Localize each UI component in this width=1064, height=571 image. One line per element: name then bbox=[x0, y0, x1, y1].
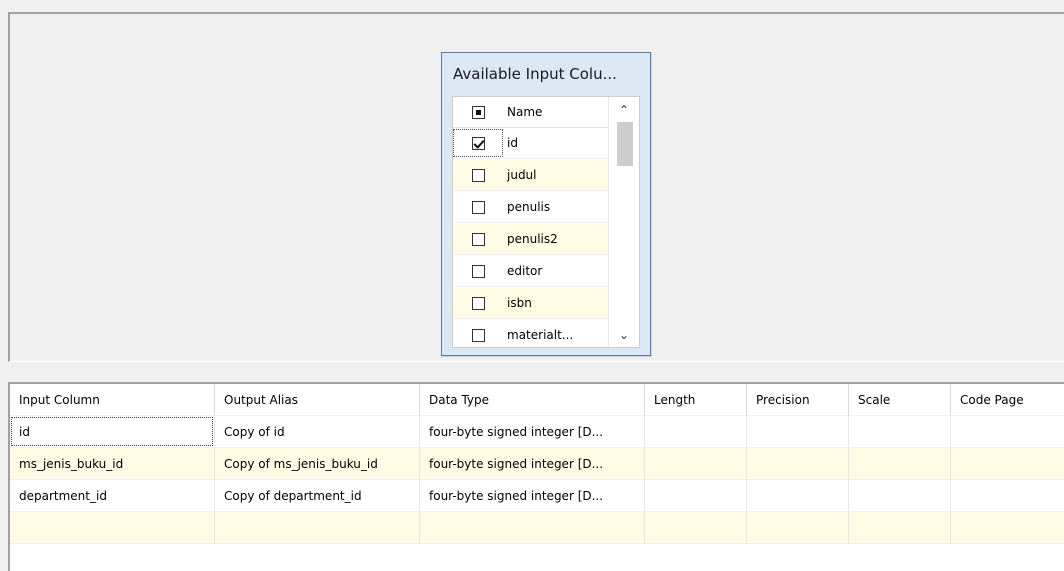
scroll-thumb[interactable] bbox=[617, 122, 633, 166]
data-type-cell[interactable]: four-byte signed integer [D... bbox=[420, 448, 645, 480]
available-column-checkbox[interactable] bbox=[471, 296, 485, 310]
available-column-check-cell[interactable] bbox=[453, 320, 503, 347]
available-columns-list[interactable]: Name id judul penulis penulis2 editor isbn mat… bbox=[452, 96, 640, 348]
scale-cell[interactable] bbox=[849, 512, 951, 544]
grid-header-data-type[interactable]: Data Type bbox=[420, 384, 645, 416]
available-column-name: isbn bbox=[507, 296, 532, 310]
available-column-checkbox[interactable] bbox=[471, 200, 485, 214]
available-column-name: materialt... bbox=[507, 328, 574, 342]
available-column-row[interactable]: penulis2 bbox=[453, 224, 608, 255]
precision-cell[interactable] bbox=[747, 448, 849, 480]
input-column-cell[interactable]: ms_jenis_buku_id bbox=[10, 448, 215, 480]
precision-cell[interactable] bbox=[747, 480, 849, 512]
available-column-check-cell[interactable] bbox=[453, 160, 503, 190]
designer-area: Available Input Colu... Name id judul penu… bbox=[8, 12, 1064, 362]
select-all-cell[interactable] bbox=[453, 97, 503, 127]
available-column-checkbox[interactable] bbox=[471, 328, 485, 342]
available-column-name: editor bbox=[507, 264, 543, 278]
grid-header-row: Input Column Output Alias Data Type Leng… bbox=[10, 384, 1064, 417]
data-type-cell[interactable]: four-byte signed integer [D... bbox=[420, 416, 645, 448]
input-column-cell[interactable] bbox=[10, 512, 215, 544]
available-column-row[interactable]: judul bbox=[453, 160, 608, 191]
available-column-checkbox[interactable] bbox=[471, 168, 485, 182]
available-column-row[interactable]: editor bbox=[453, 256, 608, 287]
available-input-columns-box[interactable]: Available Input Colu... Name id judul penu… bbox=[441, 52, 651, 356]
available-column-name: id bbox=[507, 136, 518, 150]
precision-cell[interactable] bbox=[747, 416, 849, 448]
available-column-check-cell[interactable] bbox=[453, 288, 503, 318]
available-column-name: judul bbox=[507, 168, 537, 182]
available-column-checkbox[interactable] bbox=[471, 264, 485, 278]
available-input-columns-title: Available Input Colu... bbox=[453, 65, 617, 83]
grid-row[interactable] bbox=[10, 512, 1064, 544]
available-list-scrollbar[interactable]: ⌃ ⌄ bbox=[608, 97, 639, 347]
grid-header-code-page[interactable]: Code Page bbox=[951, 384, 1064, 416]
grid-row[interactable]: ms_jenis_buku_id Copy of ms_jenis_buku_id… bbox=[10, 448, 1064, 480]
length-cell[interactable] bbox=[645, 512, 747, 544]
available-column-checkbox[interactable] bbox=[471, 232, 485, 246]
available-column-check-cell[interactable] bbox=[453, 256, 503, 286]
available-column-row[interactable]: penulis bbox=[453, 192, 608, 223]
length-cell[interactable] bbox=[645, 416, 747, 448]
available-column-name: penulis bbox=[507, 200, 551, 214]
output-alias-cell[interactable]: Copy of id bbox=[215, 416, 420, 448]
scale-cell[interactable] bbox=[849, 480, 951, 512]
available-list-header: Name bbox=[453, 97, 608, 128]
available-column-check-cell[interactable] bbox=[453, 224, 503, 254]
chevron-down-icon[interactable]: ⌄ bbox=[609, 322, 639, 347]
grid-header-scale[interactable]: Scale bbox=[849, 384, 951, 416]
length-cell[interactable] bbox=[645, 480, 747, 512]
available-column-row[interactable]: isbn bbox=[453, 288, 608, 319]
code-page-cell[interactable] bbox=[951, 480, 1064, 512]
available-column-check-cell[interactable] bbox=[453, 192, 503, 222]
column-mapping-grid[interactable]: Input Column Output Alias Data Type Leng… bbox=[8, 382, 1064, 571]
precision-cell[interactable] bbox=[747, 512, 849, 544]
length-cell[interactable] bbox=[645, 448, 747, 480]
data-type-cell[interactable]: four-byte signed integer [D... bbox=[420, 480, 645, 512]
available-column-name: penulis2 bbox=[507, 232, 558, 246]
scale-cell[interactable] bbox=[849, 448, 951, 480]
code-page-cell[interactable] bbox=[951, 416, 1064, 448]
data-type-cell[interactable] bbox=[420, 512, 645, 544]
code-page-cell[interactable] bbox=[951, 512, 1064, 544]
grid-header-output-alias[interactable]: Output Alias bbox=[215, 384, 420, 416]
grid-row[interactable]: department_id Copy of department_id four-b… bbox=[10, 480, 1064, 512]
grid-header-precision[interactable]: Precision bbox=[747, 384, 849, 416]
chevron-up-icon[interactable]: ⌃ bbox=[609, 97, 639, 122]
grid-row[interactable]: id Copy of id four-byte signed integer [D.… bbox=[10, 416, 1064, 448]
output-alias-cell[interactable] bbox=[215, 512, 420, 544]
name-column-header: Name bbox=[507, 105, 543, 119]
select-all-checkbox[interactable] bbox=[471, 105, 485, 119]
available-column-row[interactable]: id bbox=[453, 128, 608, 159]
output-alias-cell[interactable]: Copy of department_id bbox=[215, 480, 420, 512]
code-page-cell[interactable] bbox=[951, 448, 1064, 480]
available-column-checkbox[interactable] bbox=[471, 136, 485, 150]
scale-cell[interactable] bbox=[849, 416, 951, 448]
output-alias-cell[interactable]: Copy of ms_jenis_buku_id bbox=[215, 448, 420, 480]
available-column-check-cell[interactable] bbox=[453, 128, 503, 158]
grid-header-length[interactable]: Length bbox=[645, 384, 747, 416]
available-column-row[interactable]: materialt... bbox=[453, 320, 608, 347]
input-column-cell[interactable]: id bbox=[10, 416, 215, 448]
grid-header-input-column[interactable]: Input Column bbox=[10, 384, 215, 416]
input-column-cell[interactable]: department_id bbox=[10, 480, 215, 512]
